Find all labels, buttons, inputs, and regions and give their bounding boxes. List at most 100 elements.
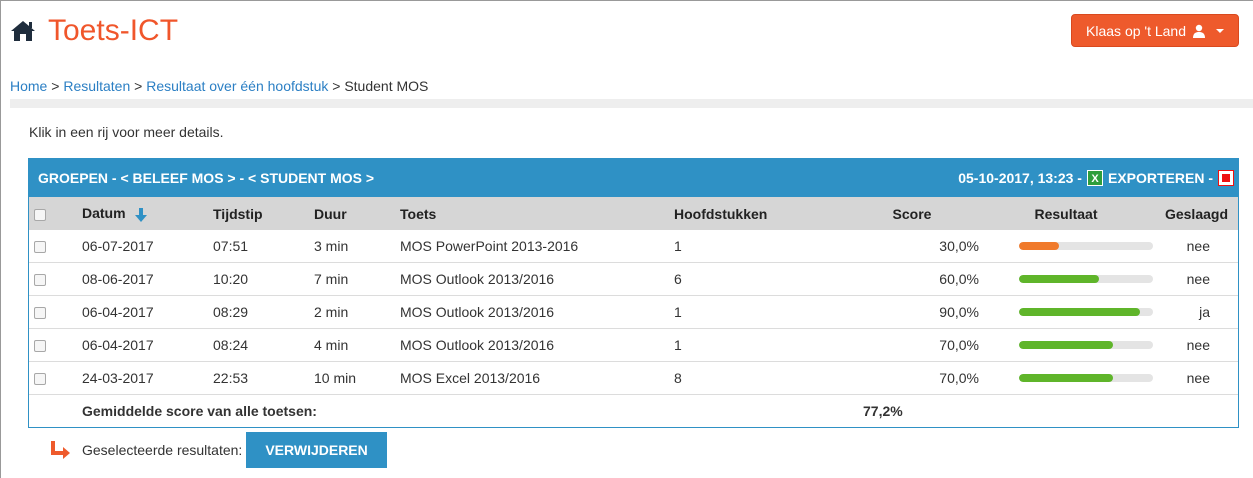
panel-header-actions: 05-10-2017, 13:23 - X EXPORTEREN - (958, 170, 1234, 186)
cell-duration: 7 min (314, 262, 400, 296)
column-header-duration[interactable]: Duur (314, 197, 400, 230)
hint-text: Klik in een rij voor meer details. (29, 124, 224, 140)
chevron-down-icon (1216, 28, 1224, 33)
column-header-result[interactable]: Resultaat (979, 197, 1153, 230)
cell-test: MOS Outlook 2013/2016 (400, 262, 674, 296)
report-timestamp: 05-10-2017, 13:23 - (958, 170, 1082, 186)
cell-test: MOS Excel 2013/2016 (400, 361, 674, 395)
cell-date: 24-03-2017 (82, 361, 213, 395)
table-row[interactable]: 06-04-2017 08:29 2 min MOS Outlook 2013/… (29, 295, 1238, 329)
result-progress-fill (1019, 308, 1140, 316)
row-checkbox[interactable] (34, 274, 46, 287)
header: Toets-ICT (10, 14, 178, 48)
column-header-chapters[interactable]: Hoofdstukken (674, 197, 845, 230)
table-header-row: Datum Tijdstip Duur Toets Hoofdstukken S… (29, 197, 1238, 230)
result-progress-fill (1019, 374, 1113, 382)
breadcrumb-separator: > (332, 78, 341, 94)
cell-chapters: 1 (674, 328, 845, 362)
select-all-cell (29, 197, 82, 230)
cell-time: 10:20 (213, 262, 314, 296)
table-body: 06-07-2017 07:51 3 min MOS PowerPoint 20… (29, 230, 1238, 427)
row-checkbox[interactable] (34, 307, 46, 320)
column-header-time[interactable]: Tijdstip (213, 197, 314, 230)
result-progress-bar (1019, 308, 1153, 316)
user-icon (1193, 24, 1205, 38)
select-all-checkbox[interactable] (34, 208, 46, 221)
window-top-border (0, 0, 1253, 1)
home-icon[interactable] (10, 19, 36, 43)
corner-down-right-arrow-icon (51, 441, 70, 459)
app-title[interactable]: Toets-ICT (48, 14, 178, 48)
table-row[interactable]: 08-06-2017 10:20 7 min MOS Outlook 2013/… (29, 262, 1238, 296)
cell-chapters: 6 (674, 262, 845, 296)
selected-results-label: Geselecteerde resultaten: (82, 442, 243, 458)
cell-chapters: 8 (674, 361, 845, 395)
result-progress-bar (1019, 341, 1153, 349)
cell-time: 08:24 (213, 328, 314, 362)
table-row[interactable]: 24-03-2017 22:53 10 min MOS Excel 2013/2… (29, 361, 1238, 395)
cell-duration: 4 min (314, 328, 400, 362)
cell-score: 60,0% (845, 262, 979, 296)
average-row: Gemiddelde score van alle toetsen: 77,2% (29, 395, 1238, 428)
excel-icon[interactable]: X (1086, 170, 1103, 186)
column-header-passed[interactable]: Geslaagd (1153, 197, 1238, 230)
breadcrumb-separator: > (134, 78, 143, 94)
cell-time: 07:51 (213, 230, 314, 263)
column-header-test[interactable]: Toets (400, 197, 674, 230)
cell-time: 08:29 (213, 295, 314, 329)
cell-passed: ja (1153, 295, 1238, 329)
average-label: Gemiddelde score van alle toetsen: (82, 403, 317, 419)
sort-down-arrow-icon (135, 207, 148, 222)
cell-date: 08-06-2017 (82, 262, 213, 296)
bulk-actions: Geselecteerde resultaten: VERWIJDEREN (50, 432, 387, 468)
row-checkbox[interactable] (34, 373, 46, 386)
export-label[interactable]: EXPORTEREN - (1108, 170, 1213, 186)
breadcrumb-chapter-result[interactable]: Resultaat over één hoofdstuk (146, 78, 328, 94)
cell-score: 70,0% (845, 361, 979, 395)
user-menu-button[interactable]: Klaas op 't Land (1071, 14, 1239, 47)
cell-duration: 10 min (314, 361, 400, 395)
results-panel: GROEPEN - < BELEEF MOS > - < STUDENT MOS… (28, 158, 1239, 428)
cell-test: MOS Outlook 2013/2016 (400, 328, 674, 362)
column-label: Datum (82, 205, 126, 222)
window-left-border (0, 0, 1, 478)
result-progress-fill (1019, 242, 1060, 250)
panel-title: GROEPEN - < BELEEF MOS > - < STUDENT MOS… (38, 170, 375, 186)
cell-date: 06-07-2017 (82, 230, 213, 263)
pdf-icon[interactable] (1218, 170, 1234, 186)
results-table: Datum Tijdstip Duur Toets Hoofdstukken S… (29, 197, 1238, 427)
row-checkbox[interactable] (34, 241, 46, 254)
result-progress-bar (1019, 374, 1153, 382)
cell-date: 06-04-2017 (82, 328, 213, 362)
breadcrumb-results[interactable]: Resultaten (63, 78, 130, 94)
result-progress-fill (1019, 275, 1100, 283)
cell-chapters: 1 (674, 230, 845, 263)
column-header-date[interactable]: Datum (82, 197, 213, 230)
result-progress-bar (1019, 275, 1153, 283)
column-header-score[interactable]: Score (845, 197, 979, 230)
table-row[interactable]: 06-07-2017 07:51 3 min MOS PowerPoint 20… (29, 230, 1238, 263)
cell-test: MOS PowerPoint 2013-2016 (400, 230, 674, 263)
table-row[interactable]: 06-04-2017 08:24 4 min MOS Outlook 2013/… (29, 328, 1238, 362)
row-checkbox[interactable] (34, 340, 46, 353)
cell-duration: 2 min (314, 295, 400, 329)
result-progress-fill (1019, 341, 1113, 349)
delete-button[interactable]: VERWIJDEREN (246, 432, 387, 468)
cell-chapters: 1 (674, 295, 845, 329)
cell-duration: 3 min (314, 230, 400, 263)
section-divider (10, 99, 1253, 108)
breadcrumb-current: Student MOS (344, 78, 429, 94)
cell-passed: nee (1153, 230, 1238, 263)
result-progress-bar (1019, 242, 1153, 250)
cell-date: 06-04-2017 (82, 295, 213, 329)
breadcrumb-separator: > (51, 78, 60, 94)
cell-score: 30,0% (845, 230, 979, 263)
cell-passed: nee (1153, 262, 1238, 296)
cell-score: 70,0% (845, 328, 979, 362)
breadcrumb: Home > Resultaten > Resultaat over één h… (10, 78, 428, 94)
cell-passed: nee (1153, 361, 1238, 395)
cell-test: MOS Outlook 2013/2016 (400, 295, 674, 329)
cell-passed: nee (1153, 328, 1238, 362)
cell-time: 22:53 (213, 361, 314, 395)
breadcrumb-home[interactable]: Home (10, 78, 47, 94)
